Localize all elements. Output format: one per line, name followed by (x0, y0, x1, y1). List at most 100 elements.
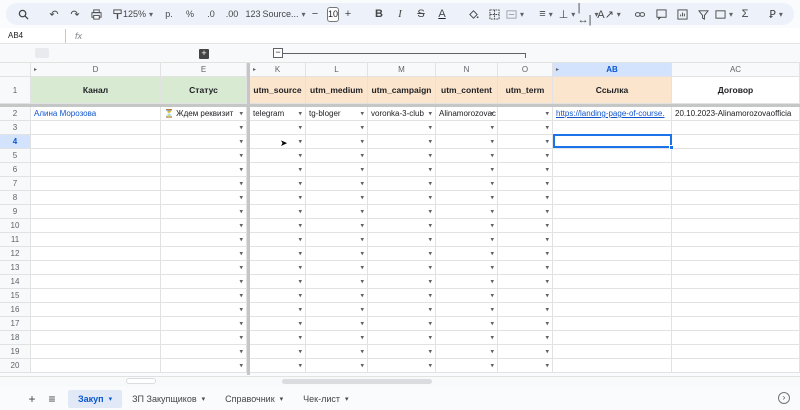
grid-cell[interactable]: ▾ (250, 191, 306, 205)
sheet-tab-item[interactable]: Чек-лист ▾ (293, 390, 358, 408)
cell-utm-content[interactable]: Alinamorozovac ▾ (436, 107, 498, 121)
grid-cell[interactable]: ▾ (498, 317, 553, 331)
grid-cell[interactable]: ▾ (436, 261, 498, 275)
grid-cell[interactable]: ▾ (161, 317, 247, 331)
grid-cell[interactable] (31, 219, 161, 233)
grid-cell[interactable] (553, 289, 672, 303)
dropdown-arrow-icon[interactable]: ▾ (239, 235, 243, 243)
dropdown-arrow-icon[interactable]: ▾ (239, 305, 243, 313)
grid-cell[interactable]: ▾ (436, 331, 498, 345)
dropdown-arrow-icon[interactable]: ▾ (239, 249, 243, 257)
column-letter-ab[interactable]: AB ▸ (553, 63, 672, 77)
dropdown-arrow-icon[interactable]: ▾ (360, 123, 364, 131)
redo-icon[interactable]: ↷ (66, 5, 84, 23)
grid-cell[interactable] (553, 233, 672, 247)
grid-cell[interactable]: ▾ (498, 121, 553, 135)
grid-cell[interactable]: ▾ (498, 275, 553, 289)
dropdown-arrow-icon[interactable]: ▾ (428, 207, 432, 215)
grid-cell[interactable] (672, 233, 800, 247)
grid-cell[interactable]: ▾ (306, 345, 368, 359)
grid-cell[interactable]: ▾ (498, 359, 553, 373)
grid-cell[interactable]: ▾ (250, 303, 306, 317)
frozen-rows-divider[interactable] (0, 104, 800, 107)
grid-cell[interactable] (553, 359, 672, 373)
grid-cell[interactable] (31, 359, 161, 373)
dropdown-arrow-icon[interactable]: ▾ (490, 165, 494, 173)
grid-cell[interactable] (672, 261, 800, 275)
column-title-l[interactable]: utm_medium (306, 77, 368, 104)
dropdown-arrow-icon[interactable]: ▾ (360, 137, 364, 145)
grid-cell[interactable] (31, 345, 161, 359)
dropdown-arrow-icon[interactable]: ▾ (428, 179, 432, 187)
column-letter-d[interactable]: D ▸ (31, 63, 161, 77)
grid-cell[interactable] (31, 303, 161, 317)
grid-cell[interactable]: ▾ (161, 205, 247, 219)
grid-cell[interactable]: ▾ (498, 331, 553, 345)
dropdown-arrow-icon[interactable]: ▾ (428, 151, 432, 159)
grid-cell[interactable] (31, 233, 161, 247)
grid-cell[interactable]: ▾ (498, 233, 553, 247)
grid-cell[interactable]: ▾ (368, 247, 436, 261)
grid-cell[interactable]: ▾ (161, 359, 247, 373)
grid-cell[interactable]: ▾ (436, 359, 498, 373)
column-group-arrow-icon[interactable]: ▸ (556, 66, 559, 73)
borders-icon[interactable] (485, 5, 503, 23)
dropdown-arrow-icon[interactable]: ▾ (545, 151, 549, 159)
dropdown-arrow-icon[interactable]: ▾ (360, 249, 364, 257)
dropdown-arrow-icon[interactable]: ▾ (239, 137, 243, 145)
number-format-button[interactable]: 123 (244, 5, 262, 23)
grid-cell[interactable]: ▾ (436, 121, 498, 135)
grid-cell[interactable]: ▾ (250, 261, 306, 275)
grid-cell[interactable]: ▾ (368, 289, 436, 303)
chevron-down-icon[interactable]: ▾ (280, 395, 284, 403)
grid-cell[interactable]: ▾ (306, 233, 368, 247)
grid-cell[interactable]: ▾ (161, 275, 247, 289)
grid-cell[interactable]: ▾ (368, 331, 436, 345)
font-select[interactable]: Source... (262, 5, 298, 23)
dropdown-arrow-icon[interactable]: ▾ (490, 207, 494, 215)
grid-cell[interactable]: ▾ (436, 149, 498, 163)
decrease-decimal-button[interactable]: .0 (202, 5, 220, 23)
grid-cell[interactable] (31, 121, 161, 135)
dropdown-arrow-icon[interactable]: ▾ (298, 319, 302, 327)
grid-cell[interactable] (553, 163, 672, 177)
dropdown-arrow-icon[interactable]: ▾ (545, 319, 549, 327)
dropdown-arrow-icon[interactable]: ▾ (545, 137, 549, 145)
grid-cell[interactable] (553, 149, 672, 163)
functions-icon[interactable]: Σ (736, 5, 754, 23)
grid-cell[interactable] (553, 219, 672, 233)
grid-cell[interactable]: ▾ (250, 177, 306, 191)
dropdown-arrow-icon[interactable]: ▾ (545, 165, 549, 173)
dropdown-arrow-icon[interactable]: ▾ (239, 221, 243, 229)
grid-cell[interactable]: ▾ (306, 135, 368, 149)
grid-cell[interactable]: ▾ (498, 163, 553, 177)
dropdown-arrow-icon[interactable]: ▾ (360, 333, 364, 341)
dropdown-arrow-icon[interactable]: ▾ (545, 207, 549, 215)
dropdown-arrow-icon[interactable]: ▾ (545, 305, 549, 313)
grid-cell[interactable]: ▾ (436, 247, 498, 261)
grid-cell[interactable] (672, 303, 800, 317)
search-icon[interactable] (14, 5, 32, 23)
grid-cell[interactable]: ▾ (161, 163, 247, 177)
grid-cell[interactable]: ▾ (436, 135, 498, 149)
dropdown-arrow-icon[interactable]: ▾ (490, 277, 494, 285)
cell-link[interactable]: https://landing-page-of-course. (553, 107, 672, 121)
column-group-arrow-icon[interactable]: ▸ (253, 66, 256, 73)
grid-cell[interactable] (553, 177, 672, 191)
grid-cell[interactable] (672, 121, 800, 135)
dropdown-arrow-icon[interactable]: ▾ (490, 221, 494, 229)
dropdown-arrow-icon[interactable]: ▾ (360, 221, 364, 229)
increase-decimal-button[interactable]: .00 (223, 5, 241, 23)
dropdown-arrow-icon[interactable]: ▾ (239, 123, 243, 131)
grid-cell[interactable]: ▾ (368, 191, 436, 205)
grid-cell[interactable]: ▾ (161, 191, 247, 205)
grid-cell[interactable]: ▾ (161, 261, 247, 275)
grid-cell[interactable]: ▾ (161, 345, 247, 359)
grid-cell[interactable]: ▾ (306, 331, 368, 345)
dropdown-arrow-icon[interactable]: ▾ (360, 291, 364, 299)
zoom-select[interactable]: 125% (123, 5, 147, 23)
dropdown-arrow-icon[interactable]: ▾ (298, 249, 302, 257)
horizontal-scrollbar[interactable] (0, 376, 800, 386)
active-cell-selection[interactable] (553, 134, 672, 148)
dropdown-arrow-icon[interactable]: ▾ (428, 109, 432, 117)
